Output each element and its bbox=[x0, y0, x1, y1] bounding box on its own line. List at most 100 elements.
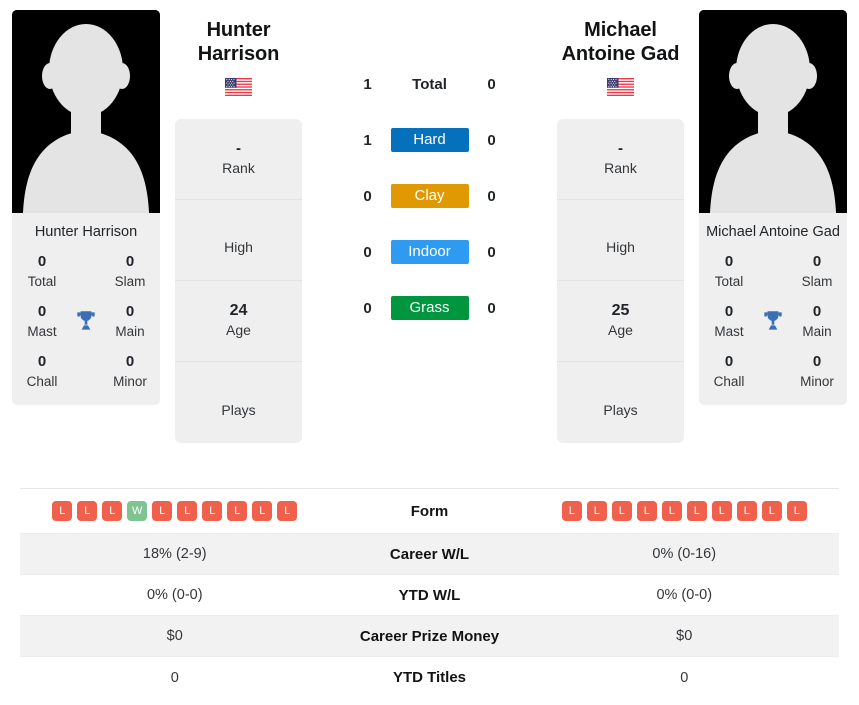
right-titles-chall: 0 Chall bbox=[707, 351, 751, 391]
left-ytd-wl: 0% (0-0) bbox=[146, 587, 203, 603]
form-badge-loss[interactable]: L bbox=[202, 501, 223, 521]
trophy-icon bbox=[64, 308, 108, 334]
h2h-row-clay: 0 Clay 0 bbox=[305, 168, 554, 224]
left-titles-minor: 0 Minor bbox=[108, 351, 152, 391]
right-titles-minor-label: Minor bbox=[800, 373, 834, 389]
right-player-card: Michael Antoine Gad 0 Total 0 Slam 0 Mas… bbox=[699, 10, 847, 406]
form-badge-loss[interactable]: L bbox=[152, 501, 173, 521]
h2h-hard-left: 1 bbox=[363, 131, 372, 149]
right-titles-chall-value: 0 bbox=[724, 353, 734, 371]
left-titles-slam: 0 Slam bbox=[108, 251, 152, 291]
left-titles-minor-label: Minor bbox=[113, 373, 147, 389]
table-row-ytd-wl: 0% (0-0) YTD W/L 0% (0-0) bbox=[20, 575, 839, 616]
table-row-ytd-titles: 0 YTD Titles 0 bbox=[20, 657, 839, 698]
form-badge-loss[interactable]: L bbox=[686, 501, 707, 521]
surface-badge-clay[interactable]: Clay bbox=[390, 184, 469, 208]
right-titles-total: 0 Total bbox=[707, 251, 751, 291]
right-player-name-line2: Antoine Gad bbox=[561, 43, 680, 66]
right-stat-rank: - Rank bbox=[557, 119, 684, 200]
form-badge-loss[interactable]: L bbox=[636, 501, 657, 521]
left-stat-rank-value: - bbox=[236, 140, 241, 158]
left-player-avatar bbox=[12, 10, 160, 213]
left-usa-flag-icon bbox=[225, 77, 252, 96]
left-titles-total: 0 Total bbox=[20, 251, 64, 291]
right-career-wl: 0% (0-16) bbox=[652, 546, 717, 562]
right-player-name[interactable]: Michael Antoine Gad bbox=[562, 18, 680, 67]
right-player-info-column: Michael Antoine Gad - Rank High 25 Age P… bbox=[554, 0, 687, 443]
left-stat-plays-label: Plays bbox=[221, 401, 256, 418]
left-titles-main-label: Main bbox=[115, 323, 145, 339]
table-row-form: LLLWLLLLLL Form LLLLLLLLLL bbox=[20, 489, 839, 534]
right-titles-main-value: 0 bbox=[812, 303, 822, 321]
form-badge-loss[interactable]: L bbox=[227, 501, 248, 521]
left-titles-main-value: 0 bbox=[125, 303, 135, 321]
form-badge-loss[interactable]: L bbox=[277, 501, 298, 521]
form-badge-loss[interactable]: L bbox=[102, 501, 123, 521]
form-badge-loss[interactable]: L bbox=[711, 501, 732, 521]
form-badge-loss[interactable]: L bbox=[561, 501, 582, 521]
h2h-hard-right: 0 bbox=[487, 131, 496, 149]
form-badge-loss[interactable]: L bbox=[611, 501, 632, 521]
left-career-prize-money: $0 bbox=[166, 628, 183, 644]
form-badge-win[interactable]: W bbox=[127, 501, 148, 521]
left-titles-minor-value: 0 bbox=[125, 353, 135, 371]
right-titles-grid: 0 Total 0 Slam 0 Mast 0 Main 0 Chall 0 M… bbox=[699, 249, 847, 405]
row-label-career-wl: Career W/L bbox=[389, 545, 470, 563]
right-stat-plays-label: Plays bbox=[603, 401, 638, 418]
surface-badge-grass[interactable]: Grass bbox=[390, 296, 469, 320]
right-ytd-wl: 0% (0-0) bbox=[656, 587, 713, 603]
h2h-row-hard: 1 Hard 0 bbox=[305, 112, 554, 168]
left-career-wl: 18% (2-9) bbox=[142, 546, 207, 562]
h2h-indoor-left: 0 bbox=[363, 243, 372, 261]
h2h-indoor-right: 0 bbox=[487, 243, 496, 261]
comparison-table: LLLWLLLLLL Form LLLLLLLLLL 18% (2-9) Car… bbox=[20, 488, 839, 698]
left-titles-chall: 0 Chall bbox=[20, 351, 64, 391]
right-titles-total-label: Total bbox=[714, 273, 744, 289]
left-titles-slam-value: 0 bbox=[125, 253, 135, 271]
left-stat-age-label: Age bbox=[226, 322, 251, 339]
left-player-name[interactable]: Hunter Harrison bbox=[198, 18, 280, 67]
table-row-career-prize-money: $0 Career Prize Money $0 bbox=[20, 616, 839, 657]
right-titles-mast-value: 0 bbox=[724, 303, 734, 321]
left-titles-mast-label: Mast bbox=[27, 323, 57, 339]
form-badge-loss[interactable]: L bbox=[177, 501, 198, 521]
surface-badge-indoor[interactable]: Indoor bbox=[390, 240, 469, 264]
left-stat-rank: - Rank bbox=[175, 119, 302, 200]
left-ytd-titles: 0 bbox=[170, 669, 179, 686]
h2h-row-total: 1 Total 0 bbox=[305, 56, 554, 112]
left-titles-chall-label: Chall bbox=[26, 373, 58, 389]
left-titles-mast-value: 0 bbox=[37, 303, 47, 321]
form-badge-loss[interactable]: L bbox=[736, 501, 757, 521]
left-player-name-line1: Hunter bbox=[206, 19, 271, 41]
form-badge-loss[interactable]: L bbox=[77, 501, 98, 521]
form-badge-loss[interactable]: L bbox=[761, 501, 782, 521]
row-label-ytd-wl: YTD W/L bbox=[398, 586, 461, 604]
left-titles-main: 0 Main bbox=[108, 301, 152, 341]
surface-badge-hard[interactable]: Hard bbox=[390, 128, 469, 152]
row-label-career-prize-money: Career Prize Money bbox=[359, 627, 500, 645]
h2h-grass-left: 0 bbox=[363, 299, 372, 317]
right-stat-age-label: Age bbox=[608, 322, 633, 339]
left-titles-mast: 0 Mast bbox=[20, 301, 64, 341]
right-titles-minor: 0 Minor bbox=[795, 351, 839, 391]
form-badge-loss[interactable]: L bbox=[52, 501, 73, 521]
row-label-ytd-titles: YTD Titles bbox=[392, 669, 467, 686]
right-career-prize-money: $0 bbox=[676, 628, 693, 644]
right-player-avatar bbox=[699, 10, 847, 213]
form-badge-loss[interactable]: L bbox=[786, 501, 807, 521]
form-badge-loss[interactable]: L bbox=[661, 501, 682, 521]
left-form-cell: LLLWLLLLLL bbox=[20, 501, 330, 521]
h2h-clay-right: 0 bbox=[487, 187, 496, 205]
left-stat-high: High bbox=[175, 200, 302, 281]
right-titles-slam-value: 0 bbox=[812, 253, 822, 271]
trophy-icon bbox=[751, 308, 795, 334]
form-badge-loss[interactable]: L bbox=[252, 501, 273, 521]
right-avatar-caption: Michael Antoine Gad bbox=[706, 224, 840, 240]
table-row-career-wl: 18% (2-9) Career W/L 0% (0-16) bbox=[20, 534, 839, 575]
player-comparison-page: Hunter Harrison 0 Total 0 Slam 0 Mast 0 … bbox=[0, 0, 859, 705]
right-stat-age-value: 25 bbox=[611, 301, 630, 319]
right-titles-main: 0 Main bbox=[795, 301, 839, 341]
right-titles-mast: 0 Mast bbox=[707, 301, 751, 341]
form-badge-loss[interactable]: L bbox=[586, 501, 607, 521]
h2h-total-left: 1 bbox=[363, 75, 372, 93]
